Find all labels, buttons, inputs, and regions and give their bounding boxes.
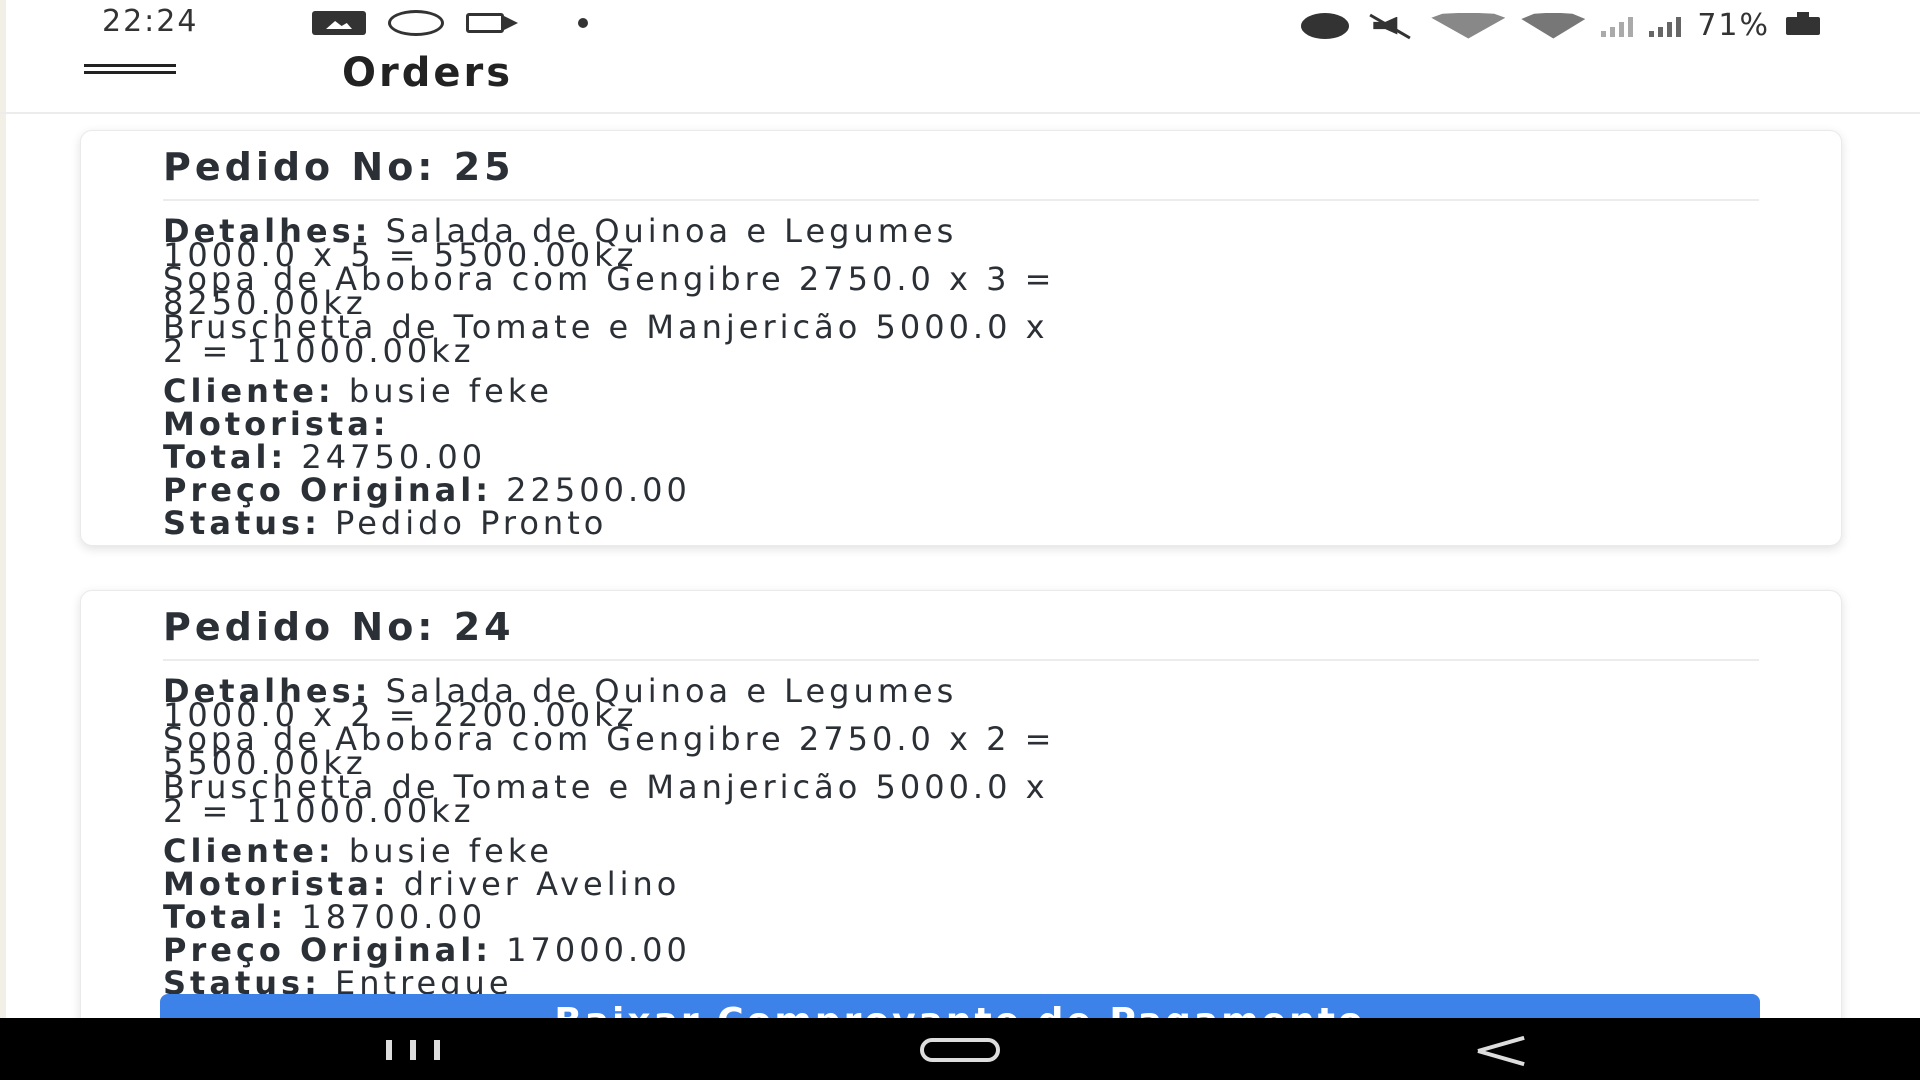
cliente-row: Cliente: busie feke xyxy=(163,835,1759,868)
signal-icon xyxy=(1649,15,1682,37)
battery-icon xyxy=(1786,11,1820,35)
recent-apps-icon[interactable] xyxy=(386,1040,440,1060)
status-left-icons xyxy=(312,10,588,36)
status-row: Status: Pedido Pronto xyxy=(163,507,1759,540)
alarm-icon xyxy=(1301,12,1350,39)
divider xyxy=(163,199,1759,201)
motorista-row: Motorista: xyxy=(163,408,1759,441)
notification-dot-icon xyxy=(578,18,588,28)
battery-percentage: 71% xyxy=(1697,8,1770,43)
hamburger-menu-icon[interactable] xyxy=(84,64,176,86)
motorista-row: Motorista: driver Avelino xyxy=(163,868,1759,901)
order-card: Pedido No: 24 Detalhes: Salada de Quinoa… xyxy=(80,590,1842,1018)
preco-original-row: Preço Original: 17000.00 xyxy=(163,934,1759,967)
status-bar: 22:24 71% xyxy=(0,0,1920,44)
wifi-call-icon xyxy=(1521,12,1586,39)
wifi-icon xyxy=(1431,12,1506,39)
order-title: Pedido No: 24 xyxy=(163,605,515,649)
status-right-icons: 71% xyxy=(1301,8,1820,43)
total-row: Total: 24750.00 xyxy=(163,441,1759,474)
divider xyxy=(163,659,1759,661)
download-receipt-button[interactable]: Baixar Comprovante de Pagamento xyxy=(160,994,1760,1018)
cliente-row: Cliente: busie feke xyxy=(163,375,1759,408)
status-label: Status: xyxy=(163,504,321,542)
order-title: Pedido No: 25 xyxy=(163,145,515,189)
total-row: Total: 18700.00 xyxy=(163,901,1759,934)
preco-original-value: 17000.00 xyxy=(492,931,691,969)
whatsapp-icon xyxy=(388,10,444,36)
order-details: Detalhes: Salada de Quinoa e Legumes 100… xyxy=(163,675,1759,827)
app-bar: Orders xyxy=(0,46,1920,114)
order-details: Detalhes: Salada de Quinoa e Legumes 100… xyxy=(163,215,1759,367)
page-title: Orders xyxy=(342,50,514,96)
details-line: Sopa de Abobora com Gengibre 2750.0 x 2 … xyxy=(163,720,1056,758)
signal-icon xyxy=(1601,15,1634,37)
order-card: Pedido No: 25 Detalhes: Salada de Quinoa… xyxy=(80,130,1842,546)
video-icon xyxy=(466,11,524,35)
home-icon[interactable] xyxy=(920,1038,1000,1062)
status-value: Pedido Pronto xyxy=(320,504,608,542)
orders-list[interactable]: Pedido No: 25 Detalhes: Salada de Quinoa… xyxy=(0,112,1920,1018)
gallery-icon xyxy=(312,11,366,35)
details-line: Sopa de Abobora com Gengibre 2750.0 x 3 … xyxy=(163,260,1056,298)
status-time: 22:24 xyxy=(102,4,199,39)
back-icon[interactable] xyxy=(1478,1036,1524,1064)
preco-original-row: Preço Original: 22500.00 xyxy=(163,474,1759,507)
navigation-bar xyxy=(0,1018,1920,1080)
mute-icon xyxy=(1365,13,1415,39)
